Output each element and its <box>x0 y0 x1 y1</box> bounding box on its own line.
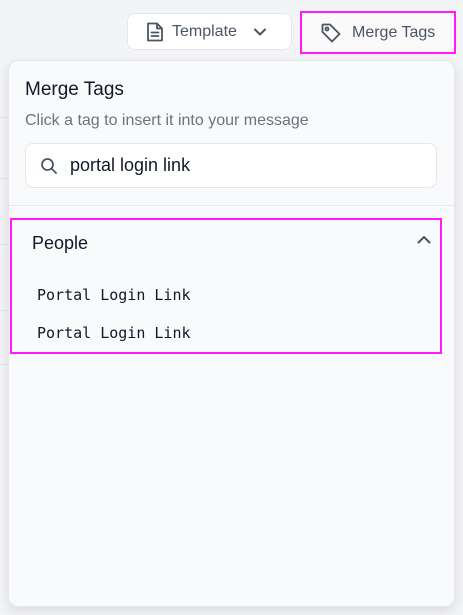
search-box[interactable] <box>25 143 437 188</box>
background-divider <box>0 244 8 245</box>
merge-tags-button-label: Merge Tags <box>352 23 436 41</box>
divider <box>9 205 454 206</box>
chevron-up-icon[interactable] <box>416 234 432 246</box>
chevron-down-icon <box>253 27 267 37</box>
background-divider <box>0 178 8 179</box>
background-divider <box>0 117 8 118</box>
background-divider <box>0 310 8 311</box>
background-divider <box>0 364 8 365</box>
template-button-label: Template <box>172 22 237 40</box>
search-input[interactable] <box>70 155 390 176</box>
group-header-people[interactable]: People <box>12 220 440 266</box>
document-icon <box>146 21 164 43</box>
search-icon <box>40 157 58 175</box>
tag-group-people: People Portal Login Link Portal Login Li… <box>10 218 442 354</box>
merge-tags-popover: Merge Tags Click a tag to insert it into… <box>8 60 455 607</box>
popover-subtitle: Click a tag to insert it into your messa… <box>25 112 309 129</box>
template-button[interactable]: Template <box>127 13 292 50</box>
tag-icon <box>320 22 342 44</box>
merge-tag-item[interactable]: Portal Login Link <box>37 286 191 304</box>
merge-tags-button[interactable]: Merge Tags <box>300 11 456 54</box>
merge-tag-item[interactable]: Portal Login Link <box>37 324 191 342</box>
page: Template Merge Tags Merge Tags Click a t… <box>0 0 463 615</box>
group-title: People <box>32 233 89 253</box>
popover-title: Merge Tags <box>25 79 124 100</box>
